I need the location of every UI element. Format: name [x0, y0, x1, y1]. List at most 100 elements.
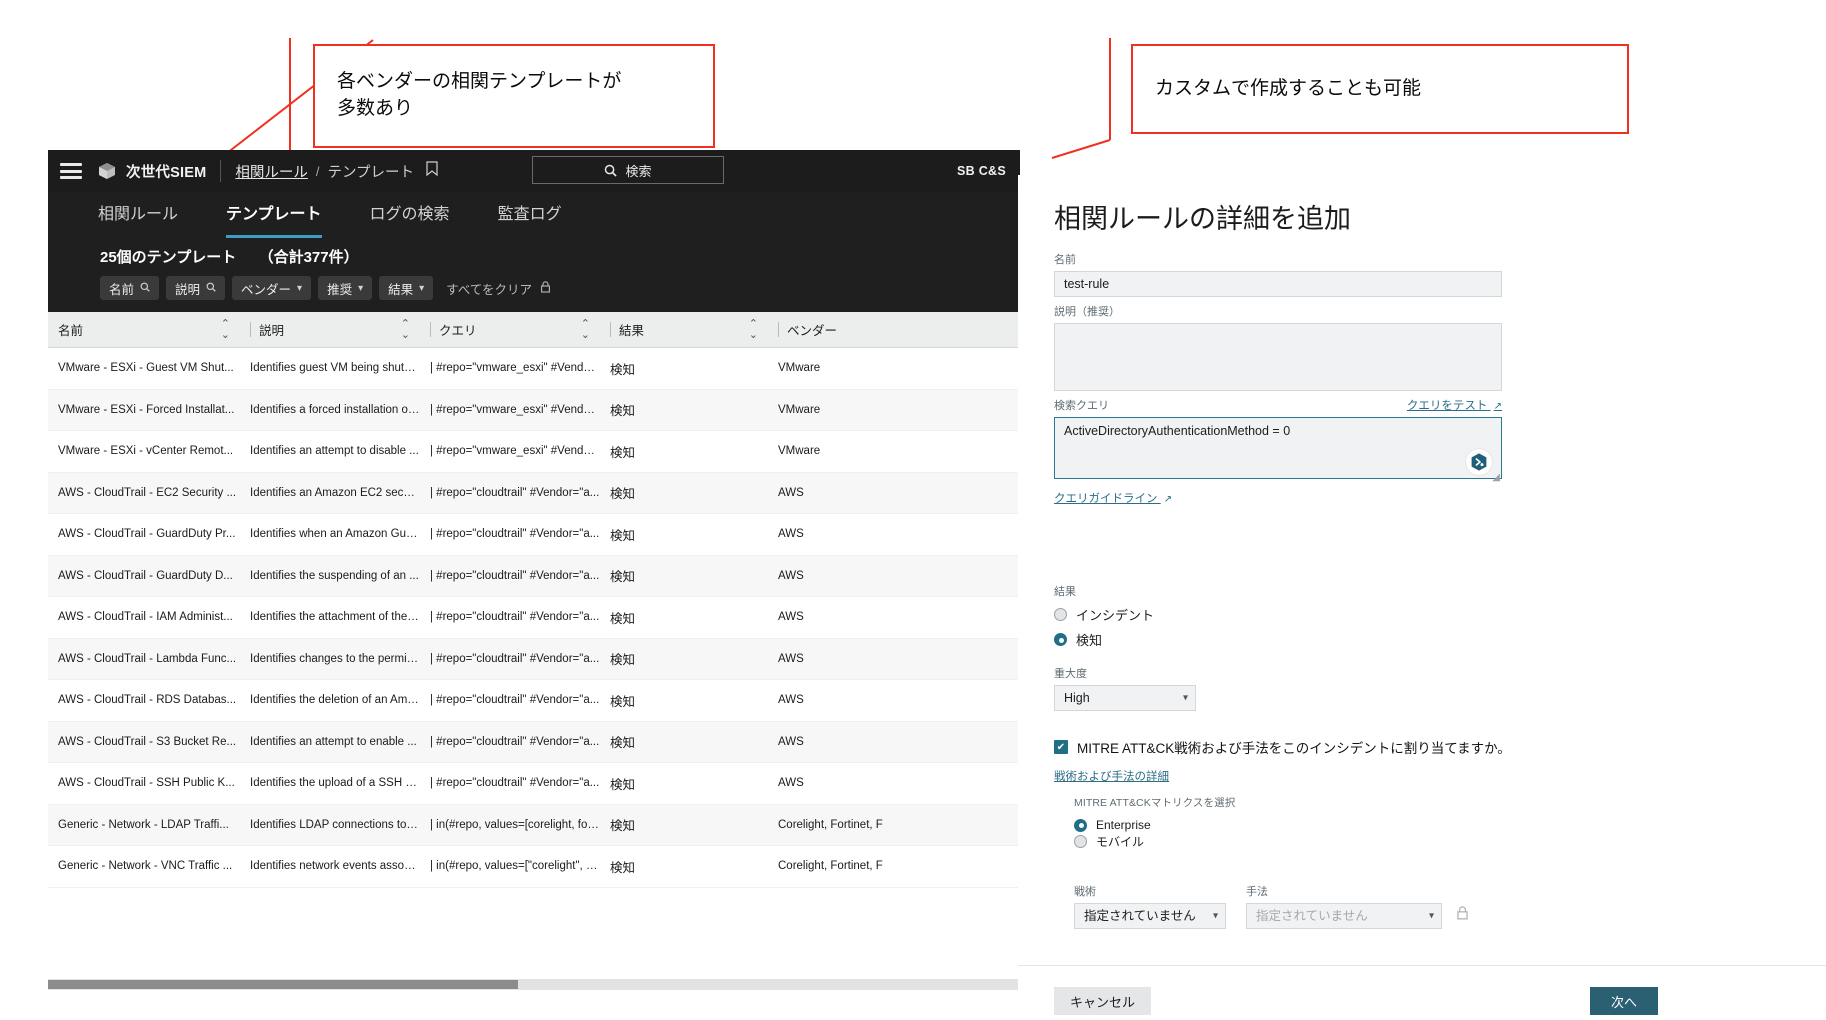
chevron-down-icon: ▾: [358, 282, 364, 294]
result-field-group: 結果 インシデント 検知: [1054, 583, 1502, 649]
result-option-detection[interactable]: 検知: [1054, 630, 1502, 649]
table-cell-vendor: Corelight, Fortinet, F: [778, 860, 883, 873]
sort-icon[interactable]: ⌃ ⌄: [401, 318, 410, 341]
filter-chip-result-label: 結果: [388, 282, 414, 297]
annotation-text-custom: カスタムで作成することも可能: [1155, 77, 1422, 99]
table-cell-description: Identifies an attempt to enable ...: [250, 735, 417, 748]
mitre-details-link[interactable]: 戦術および手法の詳細: [1054, 771, 1169, 783]
search-icon: [605, 164, 618, 177]
sort-icon[interactable]: ⌃ ⌄: [581, 318, 590, 341]
breadcrumb-link-correlation-rules[interactable]: 相関ルール: [235, 161, 308, 182]
global-search-button[interactable]: 検索: [532, 156, 724, 184]
mitre-assign-checkbox-row[interactable]: ✔ MITRE ATT&CK戦術および手法をこのインシデントに割り当てますか。: [1054, 737, 1794, 757]
tab-templates[interactable]: テンプレート: [226, 200, 322, 238]
search-icon: [140, 282, 150, 295]
name-field-group: 名前: [1054, 251, 1502, 297]
bookmark-icon[interactable]: [426, 161, 438, 181]
table-cell-result: 検知: [610, 404, 636, 419]
table-row[interactable]: AWS - CloudTrail - GuardDuty D... Identif…: [48, 555, 1020, 597]
table-cell-description: Identifies guest VM being shutd...: [250, 362, 420, 375]
table-body: VMware - ESXi - Guest VM Shut... Identifi…: [48, 348, 1020, 888]
search-icon: [206, 282, 216, 295]
radio-icon-mobile[interactable]: [1074, 835, 1087, 848]
table-row[interactable]: VMware - ESXi - Guest VM Shut... Identifi…: [48, 348, 1020, 390]
mitre-details-link-wrap: 戦術および手法の詳細: [1054, 767, 1169, 785]
table-cell-query: | #repo="vmware_esxi" #Vendor...: [430, 403, 600, 416]
severity-select[interactable]: High: [1054, 685, 1196, 711]
radio-icon-enterprise[interactable]: [1074, 818, 1087, 832]
table-cell-query: | in(#repo, values=["corelight", "f...: [430, 860, 600, 873]
table-row[interactable]: AWS - CloudTrail - Lambda Func... Identif…: [48, 638, 1020, 680]
table-cell-name: Generic - Network - VNC Traffic ...: [58, 860, 233, 873]
filter-chip-name[interactable]: 名前: [100, 276, 160, 300]
table-cell-name: AWS - CloudTrail - RDS Databas...: [58, 694, 237, 707]
matrix-option-mobile[interactable]: モバイル: [1074, 833, 1474, 850]
sort-icon[interactable]: ⌃ ⌄: [749, 318, 758, 341]
table-cell-description: Identifies the deletion of an Ama...: [250, 694, 420, 707]
mitre-matrix-group: MITRE ATT&CKマトリクスを選択 Enterprise モバイル: [1074, 795, 1474, 850]
table-row[interactable]: AWS - CloudTrail - EC2 Security ... Ident…: [48, 472, 1020, 514]
resize-grip-icon[interactable]: ◢: [1492, 472, 1500, 483]
next-button[interactable]: 次へ: [1590, 987, 1658, 1015]
table-row[interactable]: Generic - Network - VNC Traffic ... Ident…: [48, 846, 1020, 888]
hamburger-icon[interactable]: [60, 163, 82, 179]
radio-icon-incident[interactable]: [1054, 608, 1067, 621]
table-row[interactable]: AWS - CloudTrail - SSH Public K... Identi…: [48, 763, 1020, 805]
tab-log-search[interactable]: ログの検索: [370, 200, 450, 232]
cancel-button[interactable]: キャンセル: [1054, 987, 1152, 1015]
horizontal-scrollbar[interactable]: [48, 979, 1020, 990]
table-row[interactable]: Generic - Network - LDAP Traffi... Identi…: [48, 804, 1020, 846]
ai-assistant-icon[interactable]: [1466, 449, 1492, 475]
column-header-query[interactable]: クエリ ⌃ ⌄: [420, 312, 600, 347]
filter-chip-description-label: 説明: [175, 282, 201, 297]
name-input[interactable]: [1054, 271, 1502, 297]
column-divider: [610, 322, 611, 337]
table-cell-query: | #repo="vmware_esxi" #Vendor...: [430, 445, 600, 458]
tab-audit-log[interactable]: 監査ログ: [498, 200, 562, 232]
severity-field-group: 重大度 High ▾: [1054, 665, 1196, 711]
tab-correlation-rules[interactable]: 相関ルール: [98, 200, 178, 232]
table-row[interactable]: VMware - ESXi - Forced Installat... Ident…: [48, 389, 1020, 431]
tactic-select[interactable]: 指定されていません: [1074, 903, 1226, 929]
table-row[interactable]: AWS - CloudTrail - RDS Databas... Identif…: [48, 680, 1020, 722]
test-query-link[interactable]: クエリをテスト ↗: [1407, 397, 1502, 413]
table-row[interactable]: AWS - CloudTrail - S3 Bucket Re... Identi…: [48, 721, 1020, 763]
external-link-icon[interactable]: ↗: [1164, 494, 1172, 505]
radio-icon-detection[interactable]: [1054, 633, 1067, 646]
column-header-description[interactable]: 説明 ⌃ ⌄: [240, 312, 420, 347]
clear-all-filters-button[interactable]: すべてをクリア: [446, 279, 551, 298]
filter-chip-recommended[interactable]: 推奨 ▾: [318, 276, 373, 300]
horizontal-scrollbar-thumb[interactable]: [48, 980, 518, 989]
description-textarea[interactable]: [1054, 323, 1502, 391]
table-cell-query: | #repo="cloudtrail" #Vendor="a...: [430, 652, 600, 665]
table-cell-name: Generic - Network - LDAP Traffi...: [58, 818, 229, 831]
column-divider: [430, 322, 431, 337]
table-cell-description: Identifies a forced installation of ...: [250, 403, 420, 416]
annotation-text-templates: 各ベンダーの相関テンプレートが 多数あり: [337, 71, 622, 119]
account-name[interactable]: SB C&S: [957, 150, 1006, 192]
table-row[interactable]: VMware - ESXi - vCenter Remot... Identifi…: [48, 431, 1020, 473]
sort-icon[interactable]: ⌃ ⌄: [221, 318, 230, 341]
table-cell-result: 検知: [610, 860, 636, 875]
table-cell-description: Identifies an attempt to disable ...: [250, 445, 419, 458]
test-query-link-label: クエリをテスト: [1406, 400, 1488, 412]
technique-select[interactable]: 指定されていません: [1246, 903, 1442, 929]
filter-chip-description[interactable]: 説明: [166, 276, 226, 300]
matrix-option-enterprise[interactable]: Enterprise: [1074, 818, 1474, 832]
table-row[interactable]: AWS - CloudTrail - GuardDuty Pr... Identi…: [48, 514, 1020, 556]
table-cell-vendor: AWS: [778, 611, 804, 624]
table-row[interactable]: AWS - CloudTrail - IAM Administ... Identi…: [48, 597, 1020, 639]
result-option-incident[interactable]: インシデント: [1054, 605, 1502, 624]
column-header-name[interactable]: 名前 ⌃ ⌄: [48, 312, 240, 347]
column-header-result[interactable]: 結果 ⌃ ⌄: [600, 312, 768, 347]
column-header-vendor[interactable]: ベンダー: [768, 312, 1020, 347]
table-cell-result: 検知: [610, 487, 636, 502]
matrix-option-enterprise-label: Enterprise: [1096, 818, 1151, 832]
query-textarea[interactable]: ActiveDirectoryAuthenticationMethod = 0: [1054, 417, 1502, 479]
query-guideline-link[interactable]: クエリガイドライン: [1054, 493, 1161, 505]
checkbox-icon-mitre[interactable]: ✔: [1054, 740, 1068, 754]
filter-chip-result[interactable]: 結果 ▾: [379, 276, 434, 300]
filter-chip-vendor[interactable]: ベンダー ▾: [232, 276, 312, 300]
table-cell-name: AWS - CloudTrail - S3 Bucket Re...: [58, 735, 237, 748]
siem-application-window: 次世代SIEM 相関ルール / テンプレート 検索 SB C&S 相関ルール テ…: [48, 150, 1020, 990]
